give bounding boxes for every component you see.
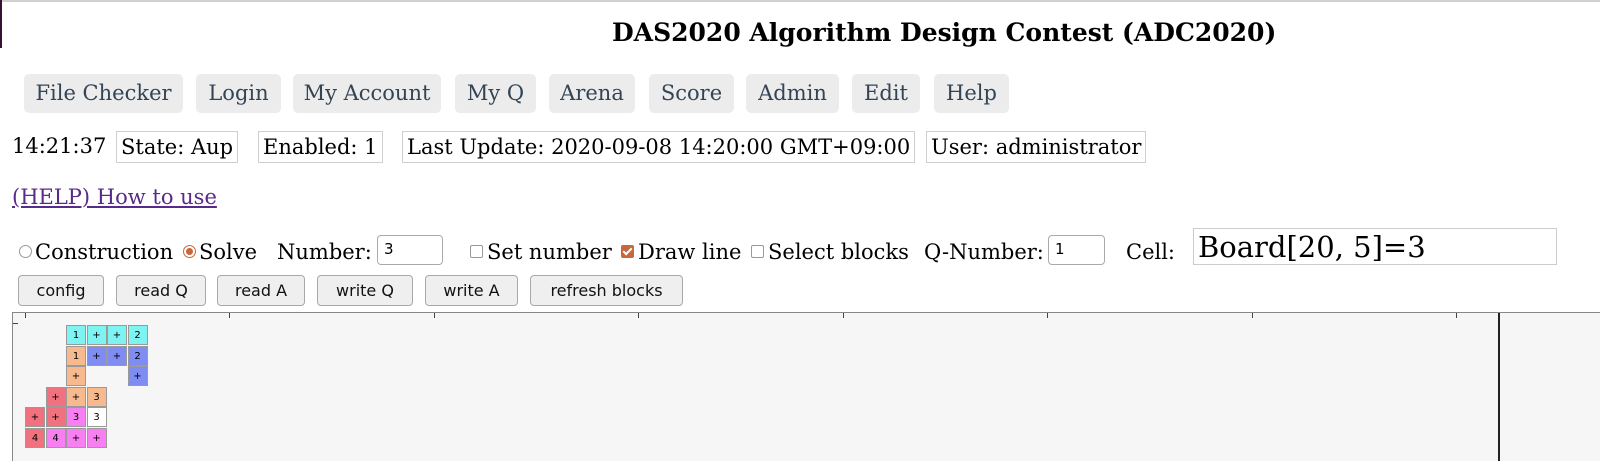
board-cell[interactable]: + [86, 427, 107, 448]
select-blocks-checkbox[interactable] [751, 245, 764, 258]
nav-edit[interactable]: Edit [852, 74, 920, 113]
refresh-blocks-button[interactable]: refresh blocks [530, 275, 683, 306]
qnumber-input[interactable]: 1 [1048, 235, 1105, 265]
board-tick [434, 313, 435, 318]
board-tick [13, 323, 18, 324]
board-cell[interactable]: + [45, 386, 66, 407]
board-cell[interactable]: 2 [127, 345, 148, 366]
board-cell[interactable]: + [86, 345, 107, 366]
nav-login[interactable]: Login [196, 74, 281, 113]
board-cell[interactable]: + [45, 407, 66, 427]
board-tick [1456, 313, 1457, 318]
board-cell[interactable]: + [66, 386, 86, 407]
set-number-label: Set number [487, 240, 612, 264]
nav-arena[interactable]: Arena [549, 74, 635, 113]
board-cell[interactable]: 1 [66, 325, 86, 345]
board-cell[interactable]: 2 [127, 325, 148, 345]
board-canvas[interactable]: 1 + +2 1 + +2 + + + +3 + +3 3 4 4 + + [12, 312, 1600, 461]
read-a-button[interactable]: read A [217, 275, 305, 306]
solve-label: Solve [199, 240, 258, 264]
board-cell[interactable]: + [66, 366, 86, 386]
board-cell[interactable]: 4 [45, 427, 66, 448]
board-tick [1252, 313, 1253, 318]
board-tick [1047, 313, 1048, 318]
set-number-checkbox[interactable] [470, 245, 483, 258]
nav-admin[interactable]: Admin [746, 74, 839, 113]
config-button[interactable]: config [18, 275, 104, 306]
board-cell[interactable]: 4 [25, 427, 45, 448]
write-a-button[interactable]: write A [425, 275, 518, 306]
select-blocks-option[interactable]: Select blocks [751, 239, 909, 273]
board-tick [638, 313, 639, 318]
last-update-badge: Last Update: 2020-09-08 14:20:00 GMT+09:… [402, 131, 916, 163]
board-cell[interactable]: 1 [66, 345, 86, 366]
qnumber-label: Q-Number: [924, 240, 1044, 264]
help-link[interactable]: (HELP) How to use [12, 185, 217, 209]
select-blocks-label: Select blocks [768, 240, 909, 264]
draw-line-checkbox[interactable] [621, 245, 634, 258]
user-badge: User: administrator [926, 131, 1147, 163]
board-tick [229, 313, 230, 318]
board-boundary [1498, 313, 1500, 461]
nav-my-account[interactable]: My Account [293, 74, 441, 113]
draw-line-label: Draw line [638, 240, 742, 264]
cell-info-field[interactable]: Board[20, 5]=3 [1193, 228, 1557, 265]
clock: 14:21:37 [12, 134, 107, 158]
board-cell[interactable]: + [107, 345, 127, 366]
nav-my-q[interactable]: My Q [455, 74, 536, 113]
read-q-button[interactable]: read Q [116, 275, 206, 306]
top-border [0, 0, 1600, 2]
board-cell[interactable]: + [86, 325, 107, 345]
enabled-badge: Enabled: 1 [258, 131, 383, 163]
nav-help[interactable]: Help [934, 74, 1009, 113]
mode-construction-option[interactable]: Construction [19, 239, 173, 273]
state-badge: State: Aup [116, 131, 239, 163]
board-cell[interactable]: + [25, 407, 45, 427]
set-number-option[interactable]: Set number [470, 239, 612, 273]
board-cell[interactable]: 3 [86, 386, 107, 407]
board-tick [25, 313, 26, 318]
cell-label: Cell: [1126, 240, 1176, 264]
construction-label: Construction [35, 240, 174, 264]
number-label: Number: [277, 240, 372, 264]
board-cell[interactable]: + [107, 325, 127, 345]
nav-score[interactable]: Score [649, 74, 734, 113]
board-cell[interactable]: 3 [86, 407, 107, 427]
window-edge [0, 0, 2, 48]
nav-file-checker[interactable]: File Checker [24, 74, 183, 113]
board-cell[interactable]: + [66, 427, 86, 448]
board-cell[interactable]: + [127, 366, 148, 386]
mode-solve-option[interactable]: Solve [183, 239, 257, 273]
page-title: DAS2020 Algorithm Design Contest (ADC202… [612, 18, 1277, 47]
construction-radio[interactable] [19, 245, 32, 258]
board-tick [843, 313, 844, 318]
solve-radio[interactable] [183, 245, 196, 258]
write-q-button[interactable]: write Q [317, 275, 413, 306]
number-input[interactable]: 3 [377, 235, 443, 265]
board-cell[interactable]: 3 [66, 407, 86, 427]
draw-line-option[interactable]: Draw line [621, 239, 741, 273]
